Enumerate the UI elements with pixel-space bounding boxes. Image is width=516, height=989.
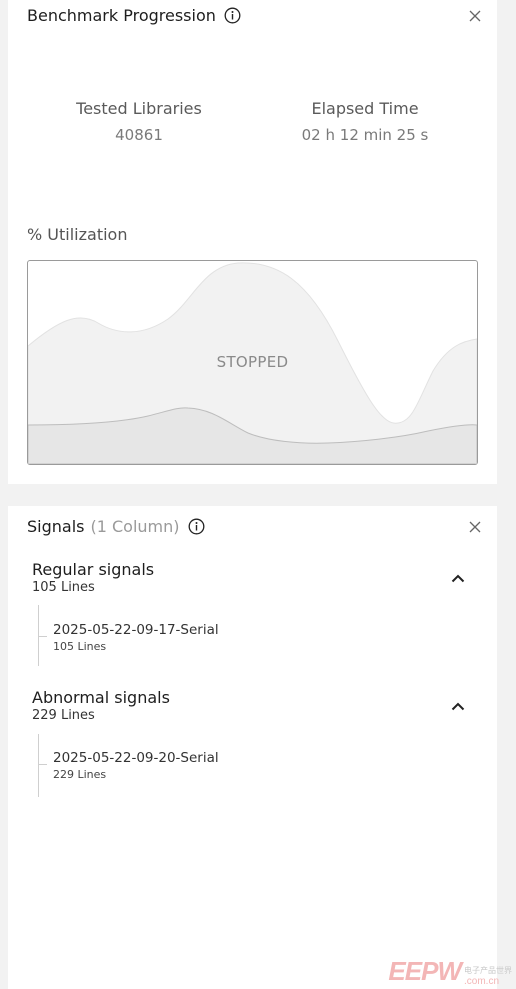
watermark: EEPW 电子产品世界 .com.cn: [388, 956, 512, 987]
utilization-chart: STOPPED: [27, 260, 478, 465]
tested-libraries-value: 40861: [115, 126, 163, 144]
utilization-label: % Utilization: [27, 225, 128, 244]
watermark-domain: .com.cn: [464, 976, 500, 987]
signal-item-count: 105 Lines: [53, 640, 107, 653]
benchmark-title-row: Benchmark Progression: [27, 6, 241, 25]
benchmark-title: Benchmark Progression: [27, 6, 216, 25]
info-icon[interactable]: [188, 518, 205, 535]
elapsed-time-value: 02 h 12 min 25 s: [301, 126, 429, 144]
elapsed-time-label: Elapsed Time: [311, 99, 419, 118]
elapsed-time-stat: Elapsed Time 02 h 12 min 25 s: [265, 99, 465, 144]
watermark-tagline: 电子产品世界: [464, 966, 512, 975]
watermark-side: 电子产品世界 .com.cn: [464, 967, 512, 987]
signals-title: Signals: [27, 517, 85, 536]
tree-connector: [38, 734, 39, 797]
signals-panel: Signals (1 Column) Regular signals 105 L…: [8, 506, 497, 989]
chart-state-label: STOPPED: [216, 353, 289, 371]
tree-branch: [38, 636, 47, 637]
group-regular-signals-title[interactable]: Regular signals: [32, 560, 154, 579]
tested-libraries-stat: Tested Libraries 40861: [39, 99, 239, 144]
chevron-up-icon[interactable]: [449, 699, 467, 713]
group-abnormal-signals-count: 229 Lines: [32, 708, 95, 723]
watermark-logo: EEPW: [388, 956, 462, 986]
tree-branch: [38, 764, 47, 765]
group-abnormal-signals-title[interactable]: Abnormal signals: [32, 688, 170, 707]
chevron-up-icon[interactable]: [449, 571, 467, 585]
signal-item-name[interactable]: 2025-05-22-09-20-Serial: [53, 750, 219, 766]
signal-item-count: 229 Lines: [53, 768, 107, 781]
info-icon[interactable]: [224, 7, 241, 24]
tested-libraries-label: Tested Libraries: [76, 99, 202, 118]
signal-item-name[interactable]: 2025-05-22-09-17-Serial: [53, 622, 219, 638]
close-icon[interactable]: [467, 519, 483, 535]
benchmark-panel: Benchmark Progression Tested Libraries 4…: [8, 0, 497, 484]
signals-title-row: Signals (1 Column): [27, 517, 205, 536]
close-icon[interactable]: [467, 8, 483, 24]
group-regular-signals-count: 105 Lines: [32, 580, 95, 595]
signals-subtitle: (1 Column): [90, 517, 180, 536]
